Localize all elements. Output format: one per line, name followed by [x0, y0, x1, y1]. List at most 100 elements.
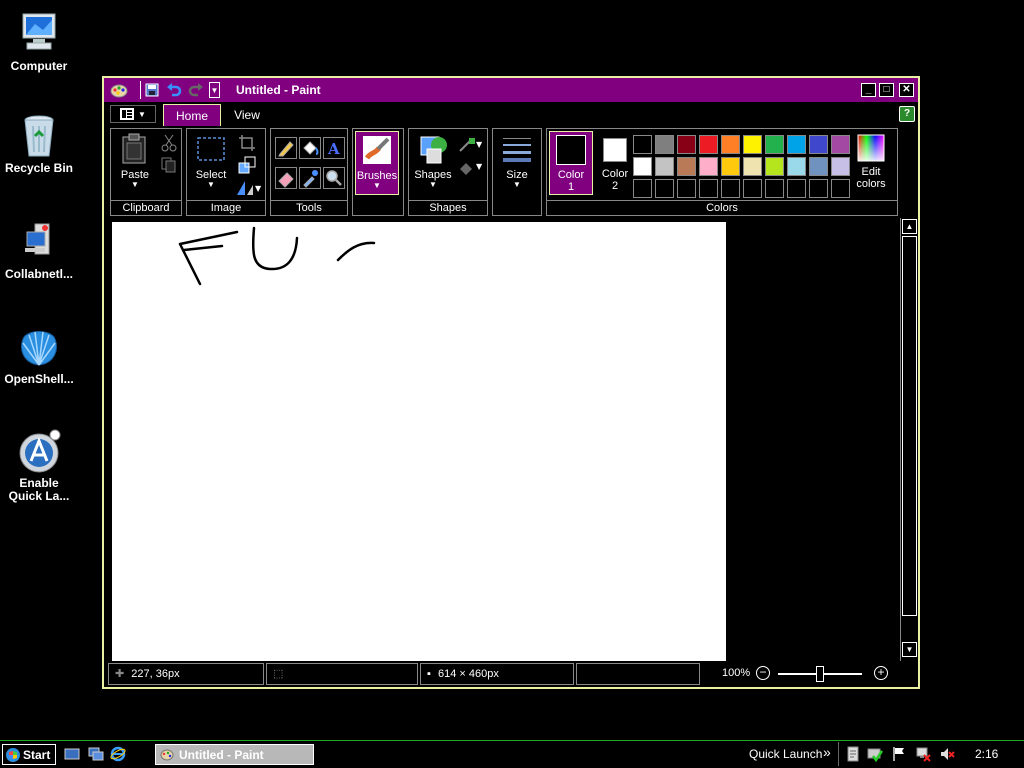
magnifier-tool[interactable]: [323, 167, 345, 189]
tab-view[interactable]: View: [224, 104, 270, 126]
clock[interactable]: 2:16: [975, 747, 998, 761]
svg-text:A: A: [327, 140, 340, 158]
palette-empty-slot[interactable]: [677, 179, 696, 198]
palette-swatch[interactable]: [809, 135, 828, 154]
color1-button[interactable]: Color 1: [549, 131, 593, 195]
paint-window: ▼ Untitled - Paint _ □ ✕ ▼ Home View ? P…: [102, 76, 920, 689]
palette-swatch[interactable]: [699, 157, 718, 176]
desktop-icon-collabnet[interactable]: Collabnetl...: [0, 218, 78, 281]
desktop-icon-recycle-bin[interactable]: Recycle Bin: [0, 112, 78, 175]
paste-button[interactable]: Paste ▼: [113, 133, 157, 189]
minimize-icon: _: [865, 84, 872, 95]
select-button[interactable]: Select ▼: [189, 133, 233, 189]
palette-swatch[interactable]: [743, 135, 762, 154]
document-tray-icon[interactable]: [845, 746, 861, 762]
zoom-slider-thumb[interactable]: [816, 666, 824, 682]
scroll-down-arrow-icon[interactable]: ▼: [902, 642, 917, 657]
desktop-icon-openshell[interactable]: OpenShell...: [0, 323, 78, 386]
paint-app-icon[interactable]: [108, 81, 130, 99]
palette-empty-slot[interactable]: [699, 179, 718, 198]
crop-button[interactable]: [237, 133, 257, 153]
palette-swatch[interactable]: [743, 157, 762, 176]
scroll-up-arrow-icon[interactable]: ▲: [902, 219, 917, 234]
palette-swatch[interactable]: [765, 135, 784, 154]
brushes-button[interactable]: Brushes ▼: [355, 131, 399, 195]
customize-quick-access-button[interactable]: ▼: [209, 82, 220, 98]
eraser-tool[interactable]: [275, 167, 297, 189]
zoom-slider[interactable]: [778, 666, 862, 682]
palette-swatch[interactable]: [787, 157, 806, 176]
volume-muted-icon[interactable]: [939, 746, 955, 762]
start-button[interactable]: Start: [2, 744, 56, 765]
undo-button[interactable]: [164, 81, 184, 99]
palette-swatch[interactable]: [721, 157, 740, 176]
palette-swatch[interactable]: [809, 157, 828, 176]
fill-tool[interactable]: [299, 137, 321, 159]
shapes-button[interactable]: Shapes ▼: [411, 133, 455, 189]
palette-swatch[interactable]: [633, 135, 652, 154]
palette-swatch[interactable]: [721, 135, 740, 154]
palette-swatch[interactable]: [831, 157, 850, 176]
palette-swatch[interactable]: [677, 157, 696, 176]
show-desktop-icon[interactable]: [64, 746, 80, 762]
minimize-button[interactable]: _: [861, 83, 876, 97]
palette-empty-slot[interactable]: [655, 179, 674, 198]
vertical-scrollbar[interactable]: ▲ ▼: [900, 218, 918, 661]
pencil-tool[interactable]: [275, 137, 297, 159]
text-tool[interactable]: A: [323, 137, 345, 159]
palette-empty-slot[interactable]: [809, 179, 828, 198]
resize-button[interactable]: [237, 155, 257, 175]
edit-colors-button[interactable]: Edit colors: [849, 131, 893, 190]
palette-empty-slot[interactable]: [787, 179, 806, 198]
palette-swatch[interactable]: [677, 135, 696, 154]
canvas-area[interactable]: [108, 218, 900, 662]
palette-empty-slot[interactable]: [743, 179, 762, 198]
palette-empty-slot[interactable]: [633, 179, 652, 198]
palette-swatch[interactable]: [765, 157, 784, 176]
toolbar-chevron-icon[interactable]: »: [823, 744, 831, 760]
outline-button[interactable]: ▼: [457, 135, 483, 155]
security-tray-icon[interactable]: [867, 746, 884, 763]
save-button[interactable]: [140, 81, 163, 99]
palette-swatch[interactable]: [831, 135, 850, 154]
clipboard-group: Paste ▼ Clipboard: [110, 128, 182, 216]
file-menu-button[interactable]: ▼: [110, 105, 156, 123]
menu-icon: [120, 108, 135, 120]
rotate-button[interactable]: ▼: [235, 177, 262, 197]
paste-icon: [119, 133, 151, 165]
tab-home[interactable]: Home: [163, 104, 221, 126]
desktop-icon-label: Enable Quick La...: [8, 476, 70, 503]
taskbar-button-paint[interactable]: Untitled - Paint: [155, 744, 314, 765]
internet-explorer-icon[interactable]: [110, 746, 126, 762]
palette-empty-slot[interactable]: [765, 179, 784, 198]
eyedropper-icon: [303, 170, 318, 188]
palette-empty-slot[interactable]: [721, 179, 740, 198]
title-bar[interactable]: ▼ Untitled - Paint _ □ ✕: [104, 78, 918, 102]
palette-swatch[interactable]: [633, 157, 652, 176]
scroll-thumb[interactable]: [902, 236, 917, 616]
palette-swatch[interactable]: [655, 135, 674, 154]
desktop-icon-quick-launch[interactable]: Enable Quick La...: [0, 427, 78, 503]
quick-launch-toolbar[interactable]: Quick Launch: [749, 747, 822, 761]
zoom-in-button[interactable]: +: [874, 666, 888, 680]
redo-button[interactable]: [186, 81, 206, 99]
drawing-canvas[interactable]: [112, 222, 726, 662]
switch-windows-icon[interactable]: [88, 746, 104, 762]
palette-swatch[interactable]: [787, 135, 806, 154]
color2-button[interactable]: Color 2: [593, 131, 637, 192]
action-center-flag-icon[interactable]: [891, 746, 907, 762]
palette-swatch[interactable]: [655, 157, 674, 176]
size-button[interactable]: Size ▼: [495, 133, 539, 189]
palette-swatch[interactable]: [699, 135, 718, 154]
palette-empty-slot[interactable]: [831, 179, 850, 198]
zoom-out-button[interactable]: −: [756, 666, 770, 680]
network-tray-icon[interactable]: [915, 746, 931, 762]
fill-button[interactable]: ▼: [457, 157, 483, 177]
copy-button[interactable]: [159, 155, 179, 175]
help-button[interactable]: ?: [899, 106, 915, 122]
cut-button[interactable]: [159, 133, 179, 153]
maximize-button[interactable]: □: [879, 83, 894, 97]
color-picker-tool[interactable]: [299, 167, 321, 189]
close-button[interactable]: ✕: [899, 83, 914, 97]
desktop-icon-computer[interactable]: Computer: [0, 10, 78, 73]
